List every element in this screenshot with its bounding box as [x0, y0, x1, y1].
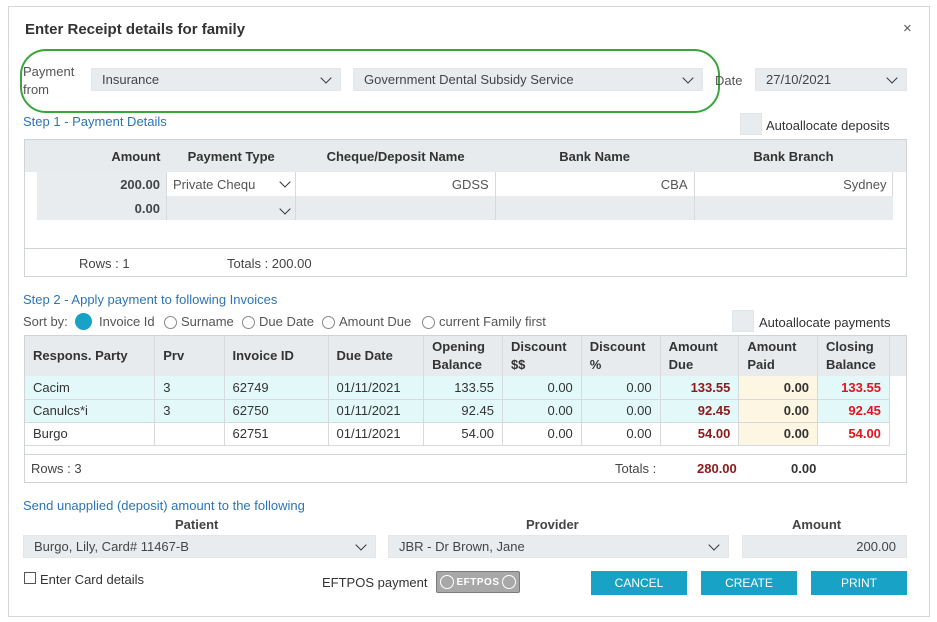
sort-radio-family-first[interactable]: [422, 316, 435, 329]
col-prv: Prv: [154, 336, 225, 376]
date-label: Date: [715, 73, 743, 88]
sort-option-family-first: current Family first: [439, 314, 546, 329]
step2-title: Step 2 - Apply payment to following Invo…: [23, 292, 278, 307]
step2-totals-label: Totals :: [615, 461, 657, 476]
enter-card-details-checkbox[interactable]: [24, 572, 36, 584]
payment-row: 200.00 Private Chequ GDSS CBA Sydney: [25, 172, 906, 196]
col-discount-percent: Discount %: [581, 336, 661, 376]
eftpos-logo-icon: [440, 575, 455, 589]
invoices-table: Respons. Party Prv Invoice ID Due Date O…: [24, 335, 907, 483]
sort-radio-due-date[interactable]: [242, 316, 255, 329]
eftpos-logo-icon: [501, 575, 516, 589]
col-amount-paid: Amount Paid: [738, 336, 819, 376]
create-button[interactable]: CREATE: [701, 571, 797, 595]
provider-select[interactable]: JBR - Dr Brown, Jane: [388, 535, 729, 558]
sort-option-surname: Surname: [181, 314, 234, 329]
col-payment-type: Payment Type: [166, 140, 296, 172]
sort-by-label: Sort by:: [23, 314, 68, 329]
patient-select[interactable]: Burgo, Lily, Card# 11467-B: [23, 535, 376, 558]
col-amount: Amount: [37, 140, 167, 172]
col-discount-dollars: Discount $$: [502, 336, 582, 376]
chevron-down-icon: [355, 538, 367, 551]
step1-totals: Totals : 200.00: [227, 256, 312, 271]
col-cheque-name: Cheque/Deposit Name: [295, 140, 496, 172]
col-invoice-id: Invoice ID: [224, 336, 329, 376]
deposit-title: Send unapplied (deposit) amount to the f…: [23, 498, 305, 513]
receipt-dialog: Enter Receipt details for family × Payme…: [8, 6, 930, 617]
cancel-button[interactable]: CANCEL: [591, 571, 687, 595]
autoallocate-payments-checkbox[interactable]: [732, 310, 754, 332]
sort-radio-amount-due[interactable]: [322, 316, 335, 329]
cheque-name-cell[interactable]: GDSS: [295, 172, 496, 196]
sort-radio-invoice-id[interactable]: [75, 313, 92, 330]
payment-from-label: Payment from: [23, 64, 75, 97]
patient-label: Patient: [175, 517, 219, 532]
bank-name-cell[interactable]: CBA: [495, 172, 695, 196]
sort-option-due-date: Due Date: [259, 314, 314, 329]
autoallocate-deposits-checkbox[interactable]: [740, 113, 762, 135]
autoallocate-deposits-label: Autoallocate deposits: [766, 118, 890, 133]
chevron-down-icon: [279, 202, 292, 215]
provider-label: Provider: [526, 517, 579, 532]
payment-type-select[interactable]: Private Chequ: [165, 172, 297, 196]
table-row[interactable]: Cacim 3 62749 01/11/2021 133.55 0.00 0.0…: [25, 376, 906, 400]
col-bank-branch: Bank Branch: [694, 140, 893, 172]
eftpos-button[interactable]: EFTPOS: [436, 571, 520, 593]
dialog-title: Enter Receipt details for family: [25, 21, 246, 38]
enter-card-details-label: Enter Card details: [40, 572, 145, 587]
autoallocate-payments-label: Autoallocate payments: [759, 315, 891, 330]
payment-details-table: Amount Payment Type Cheque/Deposit Name …: [24, 139, 907, 277]
bank-branch-cell[interactable]: [694, 196, 893, 220]
col-closing-balance: Closing Balance: [817, 336, 890, 376]
amount-paid-cell[interactable]: 0.00: [738, 399, 819, 423]
total-amount-paid: 0.00: [791, 461, 817, 476]
chevron-down-icon: [682, 71, 694, 84]
step1-rows-count: Rows : 1: [79, 256, 130, 271]
bank-name-cell[interactable]: [495, 196, 695, 220]
payment-type-select[interactable]: [165, 196, 297, 220]
sort-option-amount-due: Amount Due: [339, 314, 412, 329]
payment-row: 0.00: [25, 196, 906, 220]
amount-label: Amount: [792, 517, 842, 532]
sort-radio-surname[interactable]: [164, 316, 177, 329]
col-party: Respons. Party: [25, 336, 156, 376]
step1-summary: Rows : 1 Totals : 200.00: [25, 248, 906, 276]
table-row[interactable]: Burgo 62751 01/11/2021 54.00 0.00 0.00 5…: [25, 422, 906, 446]
amount-paid-cell[interactable]: 0.00: [738, 422, 819, 446]
payment-provider-select[interactable]: Government Dental Subsidy Service: [353, 68, 703, 91]
step1-title: Step 1 - Payment Details: [23, 114, 167, 129]
total-amount-due: 280.00: [697, 461, 737, 476]
print-button[interactable]: PRINT: [811, 571, 907, 595]
amount-cell[interactable]: 0.00: [37, 196, 167, 220]
eftpos-label: EFTPOS payment: [322, 575, 428, 590]
col-due-date: Due Date: [328, 336, 425, 376]
date-select[interactable]: 27/10/2021: [755, 68, 907, 91]
payment-source-select[interactable]: Insurance: [91, 68, 341, 91]
chevron-down-icon: [708, 538, 720, 551]
sort-option-invoice-id: Invoice Id: [99, 314, 155, 329]
bank-branch-cell[interactable]: Sydney: [694, 172, 893, 196]
chevron-down-icon: [886, 71, 898, 84]
table-row[interactable]: Canulcs*i 3 62750 01/11/2021 92.45 0.00 …: [25, 399, 906, 423]
chevron-down-icon: [320, 71, 332, 84]
col-bank-name: Bank Name: [495, 140, 695, 172]
cheque-name-cell[interactable]: [295, 196, 496, 220]
chevron-down-icon: [279, 176, 292, 188]
step2-rows-count: Rows : 3: [31, 461, 82, 476]
amount-cell[interactable]: 200.00: [37, 172, 167, 196]
col-amount-due: Amount Due: [660, 336, 740, 376]
amount-paid-cell[interactable]: 0.00: [738, 376, 819, 400]
deposit-amount-field[interactable]: 200.00: [742, 535, 907, 558]
step2-summary: Rows : 3 Totals : 280.00 0.00: [25, 454, 906, 482]
col-opening-balance: Opening Balance: [423, 336, 503, 376]
close-icon[interactable]: ×: [903, 20, 912, 37]
